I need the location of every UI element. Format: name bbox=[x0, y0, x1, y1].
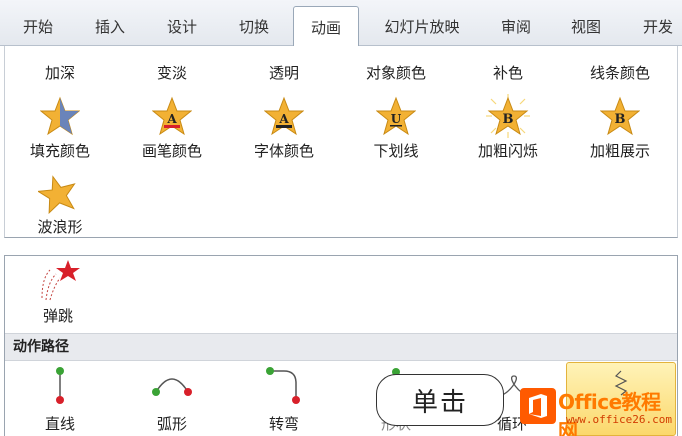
effect-fill-color[interactable]: 填充颜色 bbox=[30, 140, 90, 161]
star-brush-color-icon: A bbox=[152, 96, 192, 136]
effect-lighten[interactable]: 变淡 bbox=[157, 62, 187, 83]
arc-path-icon bbox=[152, 378, 192, 396]
star-bold-reveal-icon: B bbox=[600, 96, 640, 136]
turn-path-icon bbox=[266, 367, 300, 404]
star-bold-flash-icon: B bbox=[486, 94, 530, 138]
star-glyph: B bbox=[503, 112, 514, 127]
click-callout: 单击 bbox=[376, 374, 504, 426]
ribbon-tab-bar: 开始 插入 设计 切换 动画 幻灯片放映 审阅 视图 开发 bbox=[0, 0, 682, 47]
office-logo-icon bbox=[529, 394, 547, 418]
bounce-star-icon bbox=[41, 260, 80, 301]
office-logo bbox=[520, 388, 556, 424]
effect-bold-flash[interactable]: 加粗闪烁 bbox=[478, 140, 538, 161]
tab-animations[interactable]: 动画 bbox=[293, 6, 359, 47]
tab-developer[interactable]: 开发 bbox=[628, 8, 682, 44]
star-fill-color-icon bbox=[40, 96, 80, 136]
tab-transitions[interactable]: 切换 bbox=[224, 8, 284, 44]
motion-paths-header: 动作路径 bbox=[5, 333, 677, 361]
star-font-color-icon: A bbox=[264, 96, 304, 136]
path-turn[interactable]: 转弯 bbox=[269, 413, 299, 434]
effect-bounce[interactable]: 弹跳 bbox=[43, 305, 73, 326]
tab-design[interactable]: 设计 bbox=[152, 8, 212, 44]
tab-home[interactable]: 开始 bbox=[8, 8, 68, 44]
star-glyph: B bbox=[615, 112, 626, 127]
watermark: Office教程网 www.office26.com bbox=[518, 384, 678, 436]
line-path-icon bbox=[56, 367, 64, 404]
watermark-title: Office教程网 bbox=[558, 390, 661, 436]
effect-font-color[interactable]: 字体颜色 bbox=[254, 140, 314, 161]
tab-view[interactable]: 视图 bbox=[556, 8, 616, 44]
watermark-url: www.office26.com bbox=[566, 413, 672, 426]
effect-bold-reveal[interactable]: 加粗展示 bbox=[590, 140, 650, 161]
effect-darken[interactable]: 加深 bbox=[45, 62, 75, 83]
path-arc[interactable]: 弧形 bbox=[157, 413, 187, 434]
star-glyph: A bbox=[278, 112, 289, 126]
effect-wave[interactable]: 波浪形 bbox=[37, 216, 82, 237]
tab-insert[interactable]: 插入 bbox=[80, 8, 140, 44]
effect-object-color[interactable]: 对象颜色 bbox=[366, 62, 426, 83]
effect-transparency[interactable]: 透明 bbox=[269, 62, 299, 83]
star-underline-icon: U bbox=[376, 96, 416, 136]
effect-underline[interactable]: 下划线 bbox=[373, 140, 418, 161]
star-wave-icon bbox=[38, 175, 76, 214]
star-glyph: U bbox=[391, 112, 402, 126]
tab-review[interactable]: 审阅 bbox=[486, 8, 546, 44]
effect-brush-color[interactable]: 画笔颜色 bbox=[142, 140, 202, 161]
emphasis-effects-gallery bbox=[4, 46, 678, 238]
path-line[interactable]: 直线 bbox=[45, 413, 75, 434]
star-glyph: A bbox=[166, 112, 177, 126]
tab-slideshow[interactable]: 幻灯片放映 bbox=[374, 8, 470, 44]
effect-line-color[interactable]: 线条颜色 bbox=[590, 62, 650, 83]
effect-complementary-color[interactable]: 补色 bbox=[493, 62, 523, 83]
